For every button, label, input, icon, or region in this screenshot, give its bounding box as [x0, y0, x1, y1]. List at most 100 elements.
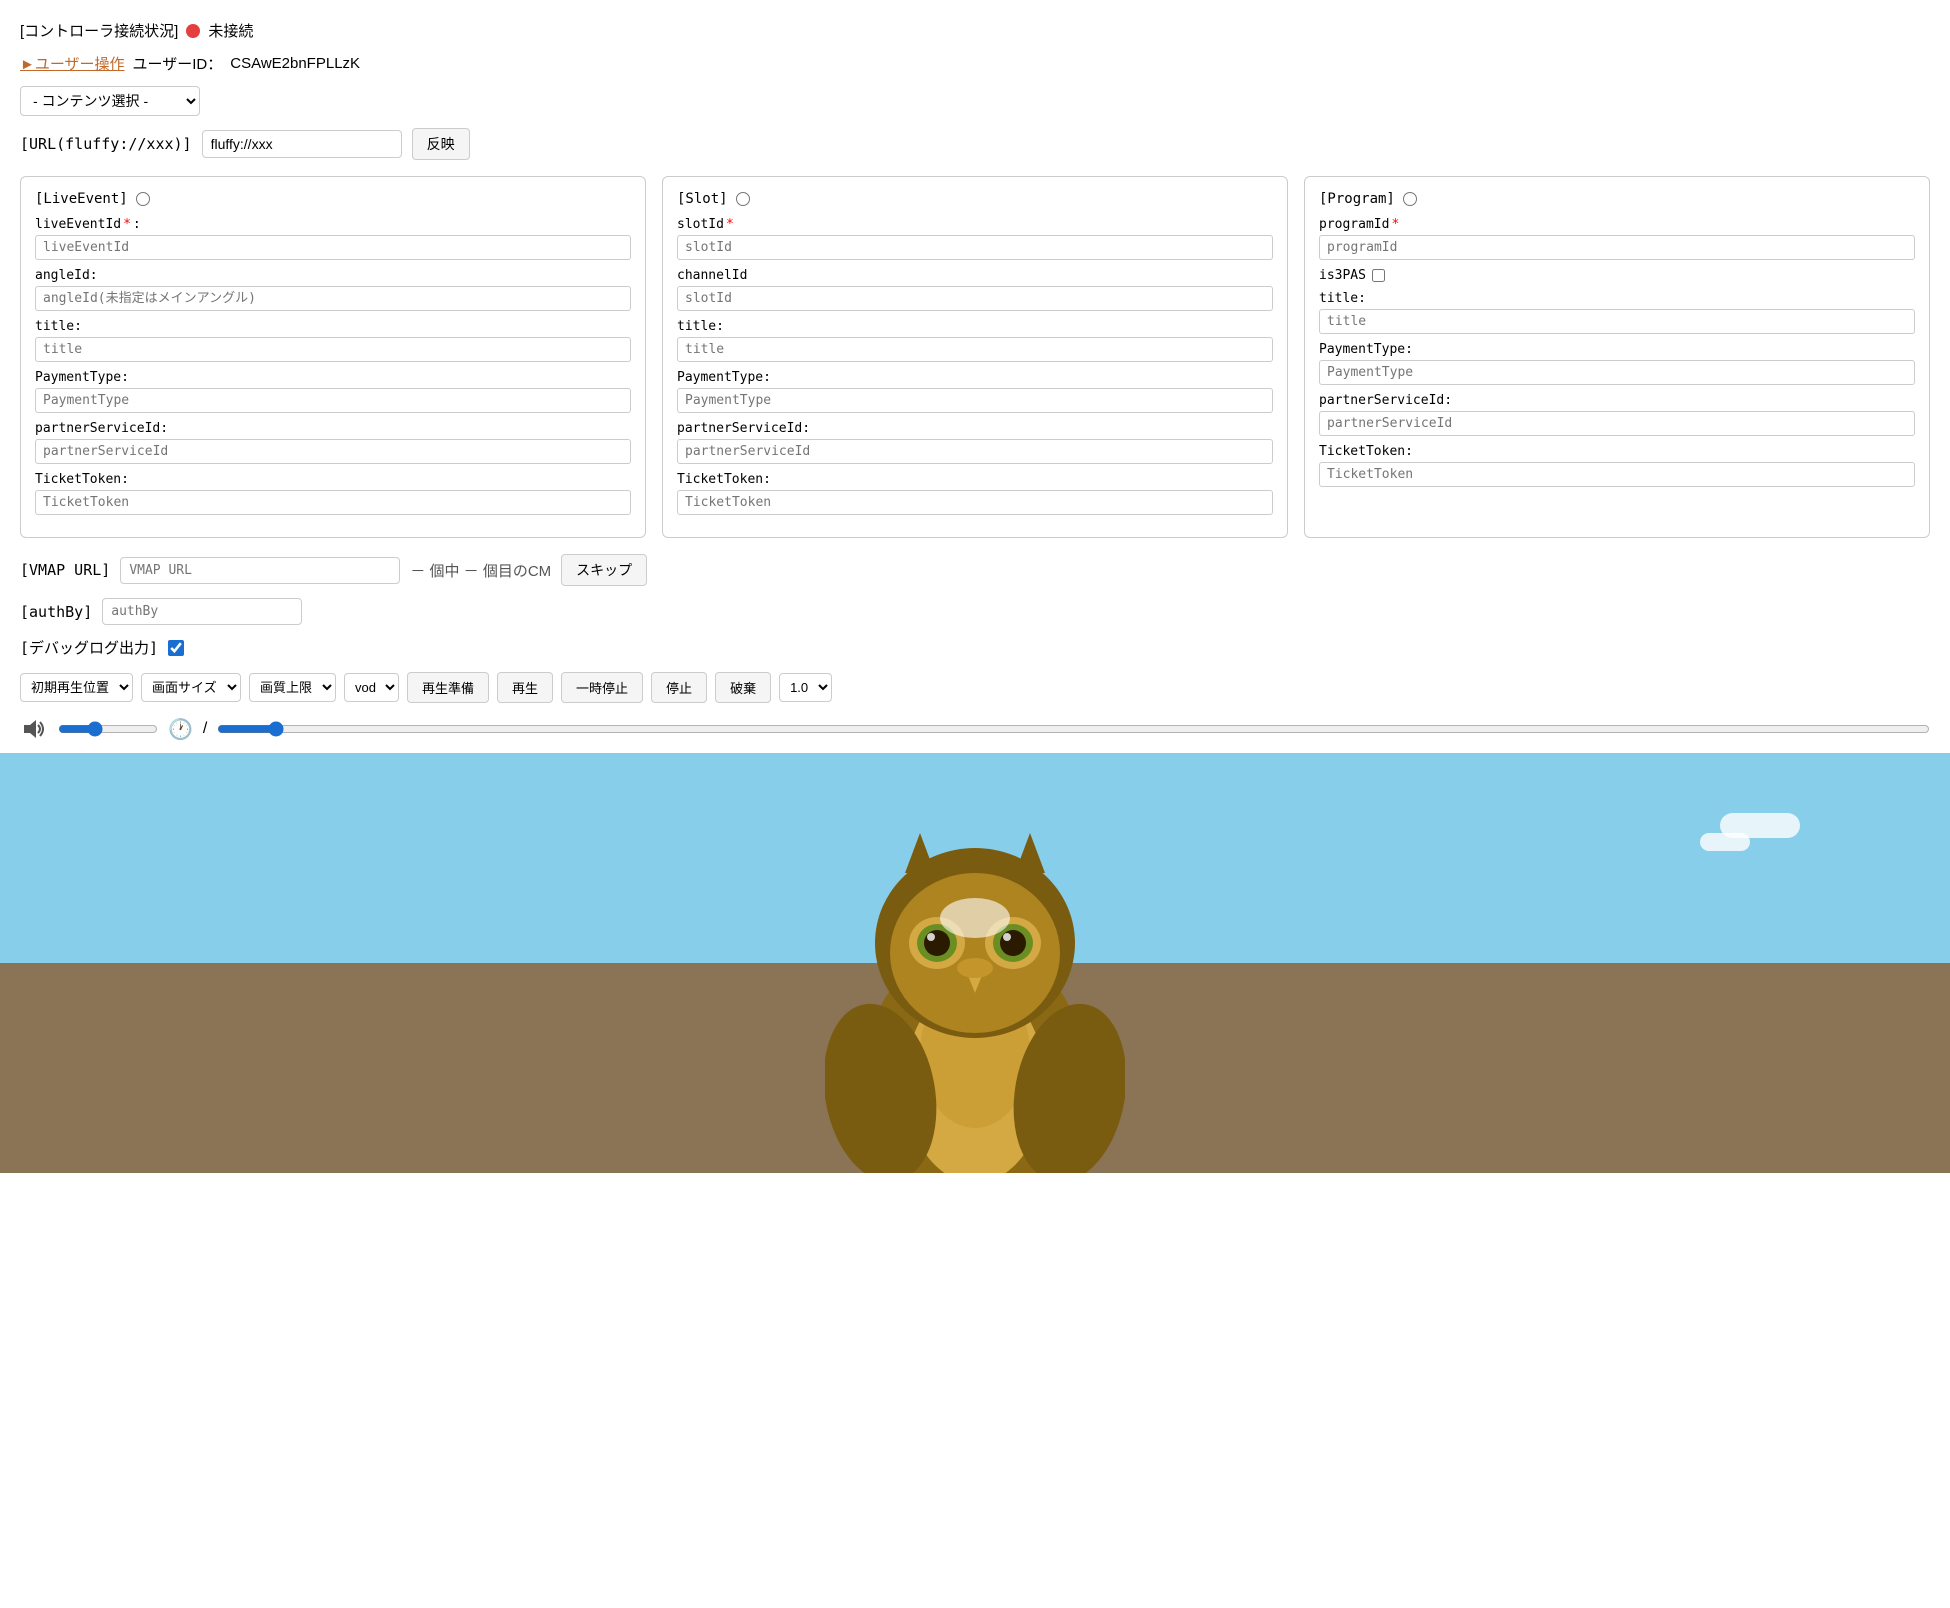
- authby-input[interactable]: [102, 598, 302, 625]
- clock-icon: 🕐: [168, 717, 193, 742]
- playback-position-select[interactable]: 初期再生位置: [20, 673, 133, 702]
- slot-payment-input[interactable]: [677, 388, 1273, 413]
- program-payment-label: PaymentType:: [1319, 342, 1915, 357]
- program-ticket-label: TicketToken:: [1319, 444, 1915, 459]
- program-title-text: [Program]: [1319, 191, 1395, 207]
- live-event-id-input[interactable]: [35, 235, 631, 260]
- user-operation-link[interactable]: ►ユーザー操作: [20, 53, 125, 74]
- program-title-label: title:: [1319, 291, 1915, 306]
- live-event-payment-label: PaymentType:: [35, 370, 631, 385]
- authby-label: [authBy]: [20, 603, 92, 621]
- live-event-radio[interactable]: [136, 192, 150, 206]
- slot-panel-title: [Slot]: [677, 191, 1273, 207]
- slot-payment-label: PaymentType:: [677, 370, 1273, 385]
- reflect-button[interactable]: 反映: [412, 128, 470, 160]
- live-event-partner-group: partnerServiceId:: [35, 421, 631, 464]
- slot-title-text: [Slot]: [677, 191, 728, 207]
- speed-select[interactable]: 1.0: [779, 673, 832, 702]
- debug-label: [デバッグログ出力]: [20, 637, 158, 658]
- progress-row: 🕐 /: [20, 715, 1930, 753]
- panels-row: [LiveEvent] liveEventId*: angleId: title…: [20, 176, 1930, 538]
- live-event-panel-title: [LiveEvent]: [35, 191, 631, 207]
- program-payment-input[interactable]: [1319, 360, 1915, 385]
- live-event-partner-input[interactable]: [35, 439, 631, 464]
- live-event-ticket-group: TicketToken:: [35, 472, 631, 515]
- is3pas-row: is3PAS: [1319, 268, 1915, 283]
- program-id-group: programId*: [1319, 217, 1915, 260]
- authby-row: [authBy]: [20, 598, 1930, 625]
- volume-icon: [20, 715, 48, 743]
- slot-id-input[interactable]: [677, 235, 1273, 260]
- program-panel-title: [Program]: [1319, 191, 1915, 207]
- connection-status-dot: [186, 24, 200, 38]
- quality-select[interactable]: 画質上限: [249, 673, 336, 702]
- vmap-input[interactable]: [120, 557, 400, 584]
- vmap-row: [VMAP URL] － 個中 － 個目のCM スキップ: [20, 554, 1930, 586]
- content-select[interactable]: - コンテンツ選択 -: [20, 86, 200, 116]
- time-separator: /: [203, 720, 207, 738]
- is3pas-label: is3PAS: [1319, 268, 1366, 283]
- channel-id-group: channelId: [677, 268, 1273, 311]
- program-partner-input[interactable]: [1319, 411, 1915, 436]
- content-select-row: - コンテンツ選択 -: [20, 86, 1930, 116]
- slot-title-input[interactable]: [677, 337, 1273, 362]
- slot-ticket-input[interactable]: [677, 490, 1273, 515]
- url-input[interactable]: [202, 130, 402, 158]
- angle-id-label: angleId:: [35, 268, 631, 283]
- status-label: [コントローラ接続状況]: [20, 20, 178, 41]
- user-id-label: ユーザーID：: [133, 53, 223, 74]
- user-id-value: CSAwE2bnFPLLzK: [230, 55, 360, 72]
- program-id-input[interactable]: [1319, 235, 1915, 260]
- screen-size-select[interactable]: 画面サイズ: [141, 673, 241, 702]
- slot-partner-input[interactable]: [677, 439, 1273, 464]
- program-title-input[interactable]: [1319, 309, 1915, 334]
- user-row: ►ユーザー操作 ユーザーID： CSAwE2bnFPLLzK: [20, 53, 1930, 74]
- slot-radio[interactable]: [736, 192, 750, 206]
- slot-panel: [Slot] slotId* channelId title: PaymentT…: [662, 176, 1288, 538]
- status-bar: [コントローラ接続状況] 未接続: [20, 20, 1930, 41]
- slot-title-label: title:: [677, 319, 1273, 334]
- live-event-ticket-input[interactable]: [35, 490, 631, 515]
- slot-partner-group: partnerServiceId:: [677, 421, 1273, 464]
- pause-button[interactable]: 一時停止: [561, 672, 643, 703]
- url-row: [URL(fluffy://xxx)] 反映: [20, 128, 1930, 160]
- video-area: [0, 753, 1950, 1173]
- mode-select[interactable]: vod: [344, 673, 399, 702]
- live-event-partner-label: partnerServiceId:: [35, 421, 631, 436]
- program-partner-group: partnerServiceId:: [1319, 393, 1915, 436]
- program-ticket-input[interactable]: [1319, 462, 1915, 487]
- slot-id-group: slotId*: [677, 217, 1273, 260]
- angle-id-input[interactable]: [35, 286, 631, 311]
- vmap-label: [VMAP URL]: [20, 561, 110, 579]
- program-title-group: title:: [1319, 291, 1915, 334]
- status-text: 未接続: [208, 20, 253, 41]
- slot-ticket-label: TicketToken:: [677, 472, 1273, 487]
- channel-id-label: channelId: [677, 268, 1273, 283]
- program-radio[interactable]: [1403, 192, 1417, 206]
- live-event-title-label: title:: [35, 319, 631, 334]
- owl-image: [825, 793, 1125, 1173]
- debug-checkbox[interactable]: [168, 640, 184, 656]
- skip-button[interactable]: スキップ: [561, 554, 647, 586]
- is3pas-checkbox[interactable]: [1372, 269, 1385, 282]
- progress-slider[interactable]: [217, 721, 1930, 737]
- live-event-title-input[interactable]: [35, 337, 631, 362]
- slot-id-label: slotId*: [677, 217, 1273, 232]
- debug-row: [デバッグログ出力]: [20, 637, 1930, 658]
- channel-id-input[interactable]: [677, 286, 1273, 311]
- live-event-payment-group: PaymentType:: [35, 370, 631, 413]
- prepare-button[interactable]: 再生準備: [407, 672, 489, 703]
- live-event-payment-input[interactable]: [35, 388, 631, 413]
- discard-button[interactable]: 破棄: [715, 672, 771, 703]
- live-event-panel: [LiveEvent] liveEventId*: angleId: title…: [20, 176, 646, 538]
- slot-partner-label: partnerServiceId:: [677, 421, 1273, 436]
- vmap-count: － 個中 － 個目のCM: [410, 560, 551, 581]
- program-partner-label: partnerServiceId:: [1319, 393, 1915, 408]
- slot-ticket-group: TicketToken:: [677, 472, 1273, 515]
- volume-slider[interactable]: [58, 721, 158, 737]
- play-button[interactable]: 再生: [497, 672, 553, 703]
- live-event-ticket-label: TicketToken:: [35, 472, 631, 487]
- controls-row: 初期再生位置 画面サイズ 画質上限 vod 再生準備 再生 一時停止 停止 破棄…: [20, 672, 1930, 703]
- stop-button[interactable]: 停止: [651, 672, 707, 703]
- program-id-label: programId*: [1319, 217, 1915, 232]
